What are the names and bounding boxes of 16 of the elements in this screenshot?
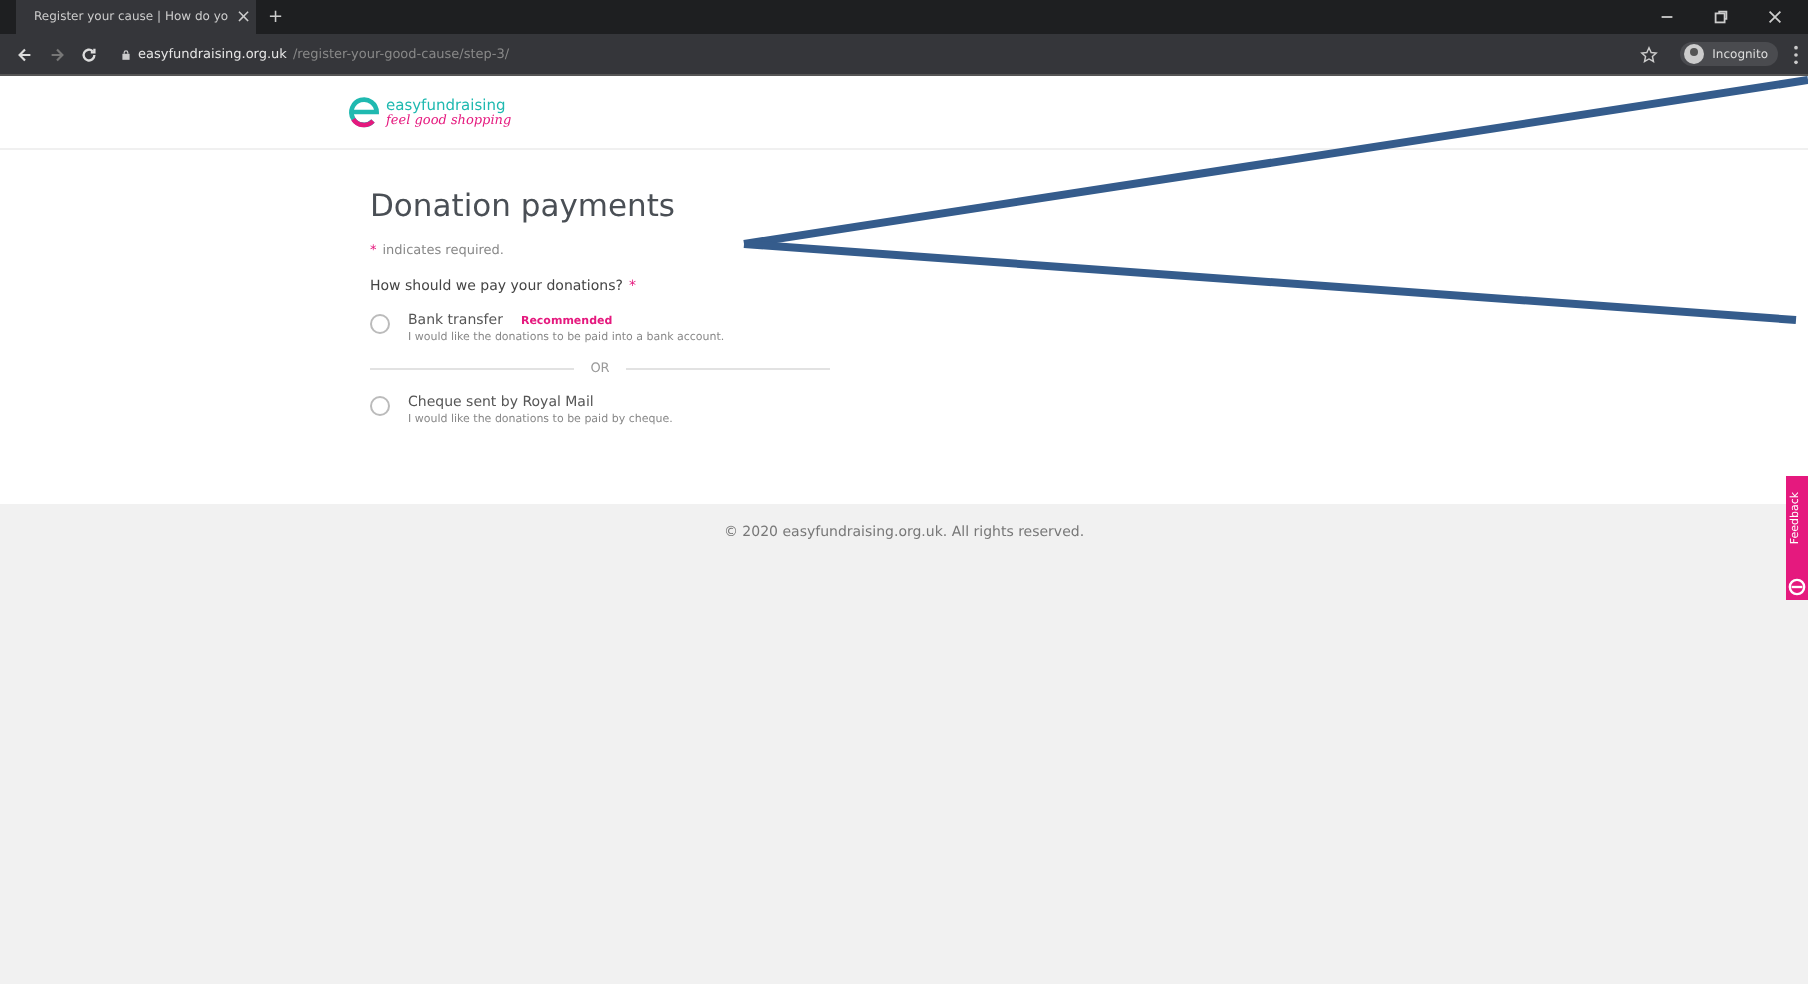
restore-icon[interactable] (1712, 8, 1730, 26)
lock-icon (120, 47, 132, 61)
logo-icon (346, 94, 382, 130)
feedback-icon (1788, 578, 1806, 596)
reload-icon[interactable] (80, 45, 98, 63)
menu-icon[interactable] (1792, 43, 1800, 65)
tab-close-button[interactable]: × (236, 7, 252, 27)
radio-button[interactable] (370, 314, 390, 334)
forward-arrow-icon[interactable] (48, 45, 66, 63)
new-tab-button[interactable]: + (268, 7, 284, 27)
close-icon[interactable] (1766, 8, 1784, 26)
page-title: Donation payments (370, 188, 677, 224)
back-arrow-icon[interactable] (16, 45, 34, 63)
incognito-icon (1684, 44, 1705, 64)
star-icon[interactable] (1640, 45, 1659, 63)
radio-button[interactable] (370, 396, 390, 416)
